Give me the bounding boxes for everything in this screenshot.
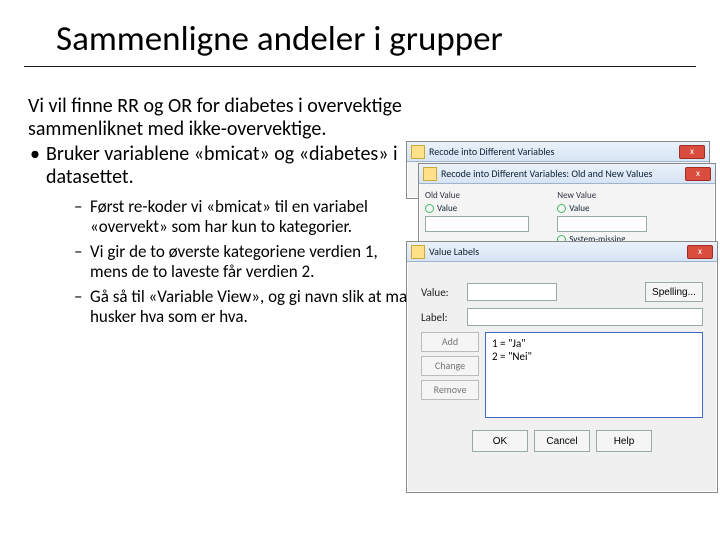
value-labels-title: Value Labels [429, 245, 687, 258]
spss-icon [411, 245, 425, 259]
recode-values-title: Recode into Different Variables: Old and… [441, 167, 685, 180]
old-value-option[interactable]: Value [425, 203, 545, 214]
value-input[interactable] [467, 283, 557, 301]
ok-button[interactable]: OK [472, 430, 528, 452]
change-button[interactable]: Change [421, 356, 479, 376]
value-labels-dialog: Value Labels x Value: Spelling... Label:… [406, 241, 718, 493]
value-row: Value: Spelling... [421, 282, 703, 302]
recode-dialog-title: Recode into Different Variables [429, 145, 679, 158]
close-icon[interactable]: x [679, 145, 705, 159]
cancel-button[interactable]: Cancel [534, 430, 590, 452]
old-value-label: Old Value [425, 190, 545, 201]
sub-item-2: Vi gir de to øverste kategoriene verdien… [74, 242, 418, 281]
content-area: Vi vil finne RR og OR for diabetes i ove… [0, 67, 720, 326]
label-input[interactable] [467, 308, 703, 326]
new-value-text: Value [569, 203, 589, 214]
dialog-buttons: OK Cancel Help [413, 430, 711, 452]
help-button[interactable]: Help [596, 430, 652, 452]
remove-button[interactable]: Remove [421, 380, 479, 400]
recode-values-titlebar: Recode into Different Variables: Old and… [419, 164, 715, 184]
spelling-button[interactable]: Spelling... [645, 282, 703, 302]
add-button[interactable]: Add [421, 332, 479, 352]
spss-icon [411, 145, 425, 159]
old-value-input[interactable] [425, 216, 529, 232]
spss-icon [423, 167, 437, 181]
old-value-text: Value [437, 203, 457, 214]
sub-list: Først re-koder vi «bmicat» til en variab… [28, 189, 418, 326]
intro-text: Vi vil finne RR og OR for diabetes i ove… [28, 95, 418, 141]
value-labels-titlebar: Value Labels x [407, 242, 717, 262]
value-label-entry-2: 2 = "Nei" [492, 350, 696, 363]
close-icon[interactable]: x [685, 167, 711, 181]
value-buttons: Add Change Remove [421, 332, 479, 418]
new-value-input[interactable] [557, 216, 647, 232]
sub-item-1: Først re-koder vi «bmicat» til en variab… [74, 197, 418, 236]
new-value-label: New Value [557, 190, 697, 201]
label-row: Label: [421, 308, 703, 326]
value-labels-list[interactable]: 1 = "Ja" 2 = "Nei" [485, 332, 703, 418]
value-field-label: Value: [421, 286, 461, 299]
bullet-item: Bruker variablene «bmicat» og «diabetes»… [28, 143, 418, 189]
close-icon[interactable]: x [687, 245, 713, 259]
page-title: Sammenligne andeler i grupper [0, 0, 720, 66]
value-label-entry-1: 1 = "Ja" [492, 337, 696, 350]
label-field-label: Label: [421, 311, 461, 324]
new-value-option[interactable]: Value [557, 203, 697, 214]
recode-dialog-titlebar: Recode into Different Variables x [407, 142, 709, 162]
values-area: Add Change Remove 1 = "Ja" 2 = "Nei" [421, 332, 703, 418]
value-labels-body: Value: Spelling... Label: Add Change Rem… [407, 262, 717, 458]
text-block: Vi vil finne RR og OR for diabetes i ove… [28, 95, 418, 326]
sub-item-3: Gå så til «Variable View», og gi navn sl… [74, 287, 418, 326]
